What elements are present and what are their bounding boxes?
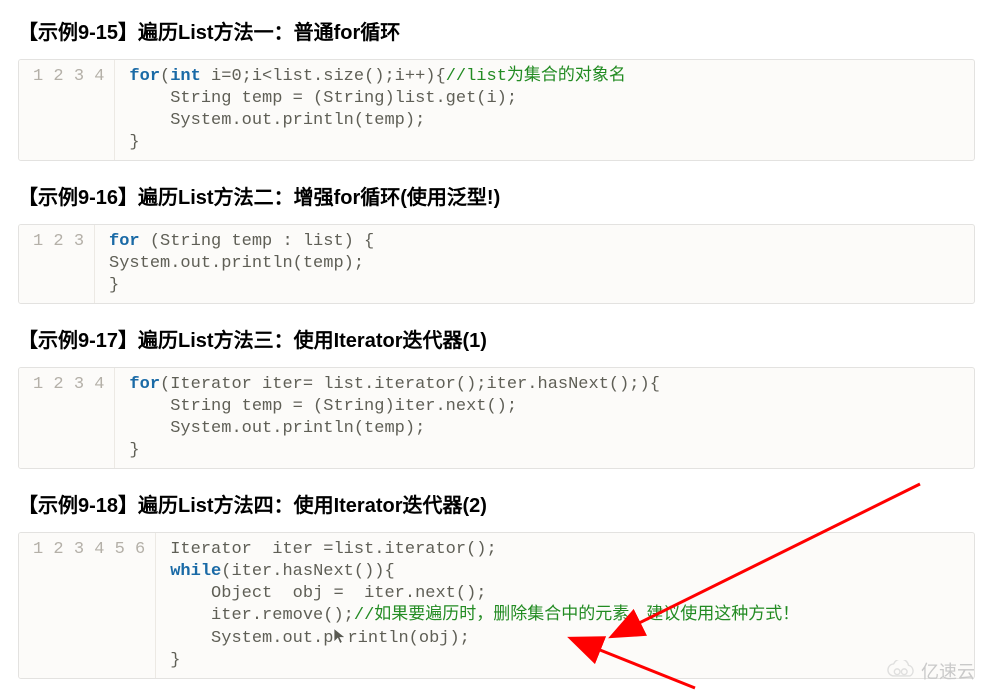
line-gutter: 1 2 3 4 (19, 60, 115, 160)
example-heading-18: 【示例9-18】遍历List方法四：使用Iterator迭代器(2) (0, 481, 993, 526)
code-lines: for(int i=0;i<list.size();i++){//list为集合… (115, 60, 974, 160)
line-gutter: 1 2 3 (19, 225, 95, 303)
code-lines: for(Iterator iter= list.iterator();iter.… (115, 368, 974, 468)
watermark: 亿速云 (883, 658, 975, 684)
example-heading-17: 【示例9-17】遍历List方法三：使用Iterator迭代器(1) (0, 316, 993, 361)
document-root: 【示例9-15】遍历List方法一：普通for循环 1 2 3 4 for(in… (0, 8, 993, 690)
code-block-15: 1 2 3 4 for(int i=0;i<list.size();i++){/… (18, 59, 975, 161)
example-heading-15: 【示例9-15】遍历List方法一：普通for循环 (0, 8, 993, 53)
cloud-icon (883, 660, 917, 682)
code-block-17: 1 2 3 4 for(Iterator iter= list.iterator… (18, 367, 975, 469)
line-gutter: 1 2 3 4 (19, 368, 115, 468)
code-block-18: 1 2 3 4 5 6 Iterator iter =list.iterator… (18, 532, 975, 679)
example-heading-16: 【示例9-16】遍历List方法二：增强for循环(使用泛型!) (0, 173, 993, 218)
code-lines: for (String temp : list) { System.out.pr… (95, 225, 974, 303)
watermark-text: 亿速云 (921, 658, 975, 684)
line-gutter: 1 2 3 4 5 6 (19, 533, 156, 678)
code-lines: Iterator iter =list.iterator(); while(it… (156, 533, 974, 678)
code-block-16: 1 2 3 for (String temp : list) { System.… (18, 224, 975, 304)
